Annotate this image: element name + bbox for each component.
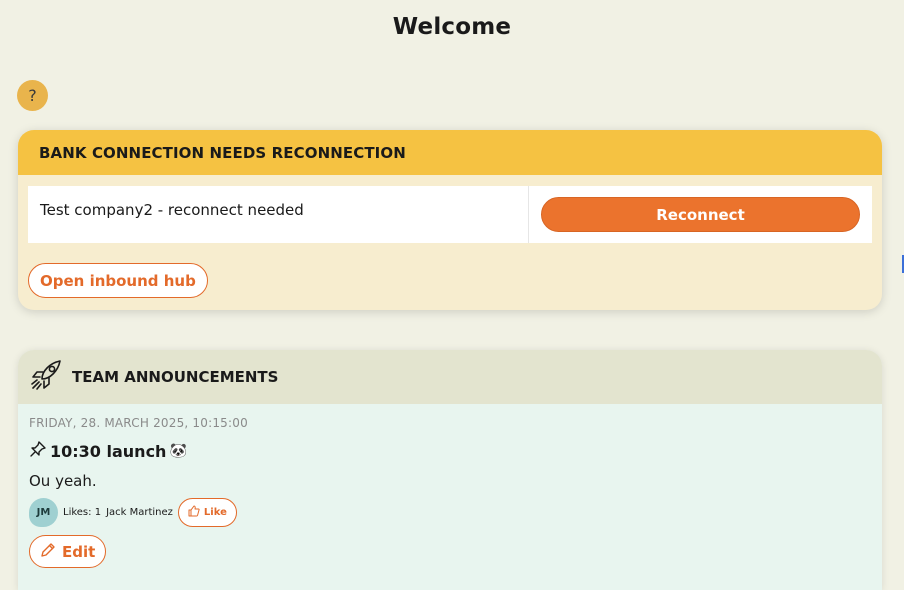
help-button[interactable]: ? xyxy=(17,80,48,111)
liker-name: Jack Martinez xyxy=(106,507,173,518)
avatar: JM xyxy=(29,498,58,527)
announcement-item: FRIDAY, 28. MARCH 2025, 10:15:00 10:30 l… xyxy=(18,404,882,580)
announcement-body: Ou yeah. xyxy=(29,472,97,490)
question-mark-icon: ? xyxy=(28,86,37,105)
pencil-icon xyxy=(40,542,56,562)
like-label: Like xyxy=(203,507,227,518)
bank-connection-row: Test company2 - reconnect needed Reconne… xyxy=(28,186,872,243)
team-announcements-card: TEAM ANNOUNCEMENTS FRIDAY, 28. MARCH 202… xyxy=(18,350,882,590)
open-inbound-hub-button[interactable]: Open inbound hub xyxy=(28,263,208,298)
bank-connection-action-cell: Reconnect xyxy=(529,186,872,243)
thumbs-up-icon xyxy=(188,505,200,520)
edit-button[interactable]: Edit xyxy=(29,535,107,568)
rocket-icon xyxy=(28,357,64,397)
announcement-title: 10:30 launch xyxy=(50,441,167,461)
like-button[interactable]: Like xyxy=(177,498,237,527)
bank-connection-card: BANK CONNECTION NEEDS RECONNECTION Test … xyxy=(18,130,882,310)
likes-row: JM Likes: 1 Jack Martinez Like xyxy=(29,498,871,527)
announcement-date: FRIDAY, 28. MARCH 2025, 10:15:00 xyxy=(29,416,248,430)
panda-emoji: 🐼 xyxy=(169,443,187,459)
announcements-header: TEAM ANNOUNCEMENTS xyxy=(18,350,882,404)
reconnect-button[interactable]: Reconnect xyxy=(541,197,860,232)
pin-icon xyxy=(29,440,47,462)
announcements-title: TEAM ANNOUNCEMENTS xyxy=(72,368,279,386)
likes-count: Likes: 1 xyxy=(63,507,102,518)
bank-connection-message: Test company2 - reconnect needed xyxy=(28,186,529,243)
page-title: Welcome xyxy=(392,14,512,40)
announcement-heading: 10:30 launch 🐼 xyxy=(29,440,871,462)
bank-card-header: BANK CONNECTION NEEDS RECONNECTION xyxy=(18,130,882,175)
edit-label: Edit xyxy=(62,542,96,561)
